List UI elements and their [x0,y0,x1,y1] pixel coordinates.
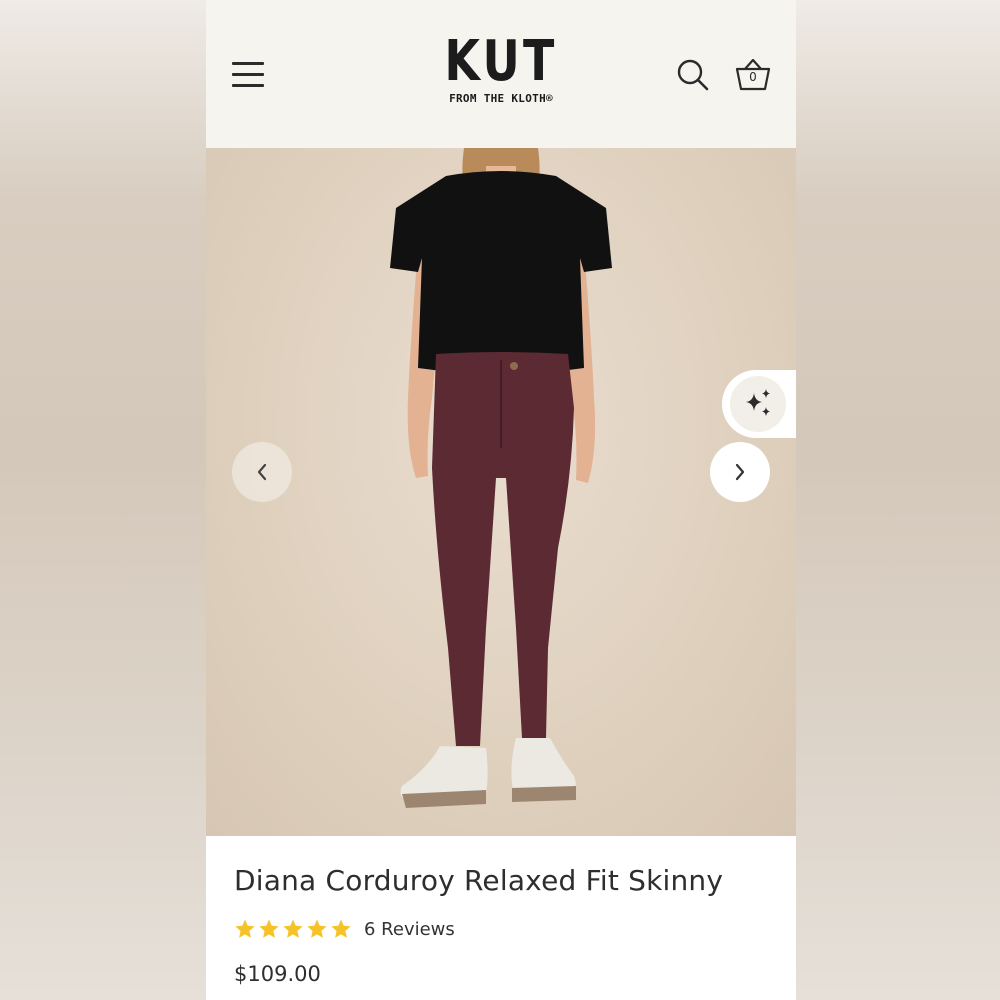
star-icon [283,919,303,938]
star-rating [234,918,352,940]
background-blur-right [796,0,1000,1000]
reviews-link[interactable]: 6 Reviews [364,919,455,940]
product-title: Diana Corduroy Relaxed Fit Skinny [234,864,724,897]
site-header: KUT FROM THE KLOTH® 0 [206,0,796,148]
product-rating: 6 Reviews [234,918,455,940]
cart-button[interactable]: 0 [734,56,772,94]
product-price: $109.00 [234,962,321,986]
previous-image-button[interactable] [232,442,292,502]
ai-assistant-button[interactable] [730,376,786,432]
logo-wordmark: KUT [444,29,558,94]
cart-count: 0 [749,70,757,84]
next-image-button[interactable] [710,442,770,502]
chevron-left-icon [257,463,267,481]
star-icon [259,919,279,938]
product-image-carousel[interactable] [206,148,796,836]
search-icon[interactable] [676,58,710,92]
star-icon [331,919,351,938]
mobile-page: KUT FROM THE KLOTH® 0 Diana Corduroy Rel… [206,0,796,1000]
chevron-right-icon [735,463,745,481]
star-icon [307,919,327,938]
background-blur-left [0,0,206,1000]
product-info: Diana Corduroy Relaxed Fit Skinny 6 Revi… [206,836,796,1000]
sparkles-icon [746,389,770,416]
ai-assistant-tab [722,370,796,438]
product-photo [390,148,612,808]
star-icon [235,919,255,938]
